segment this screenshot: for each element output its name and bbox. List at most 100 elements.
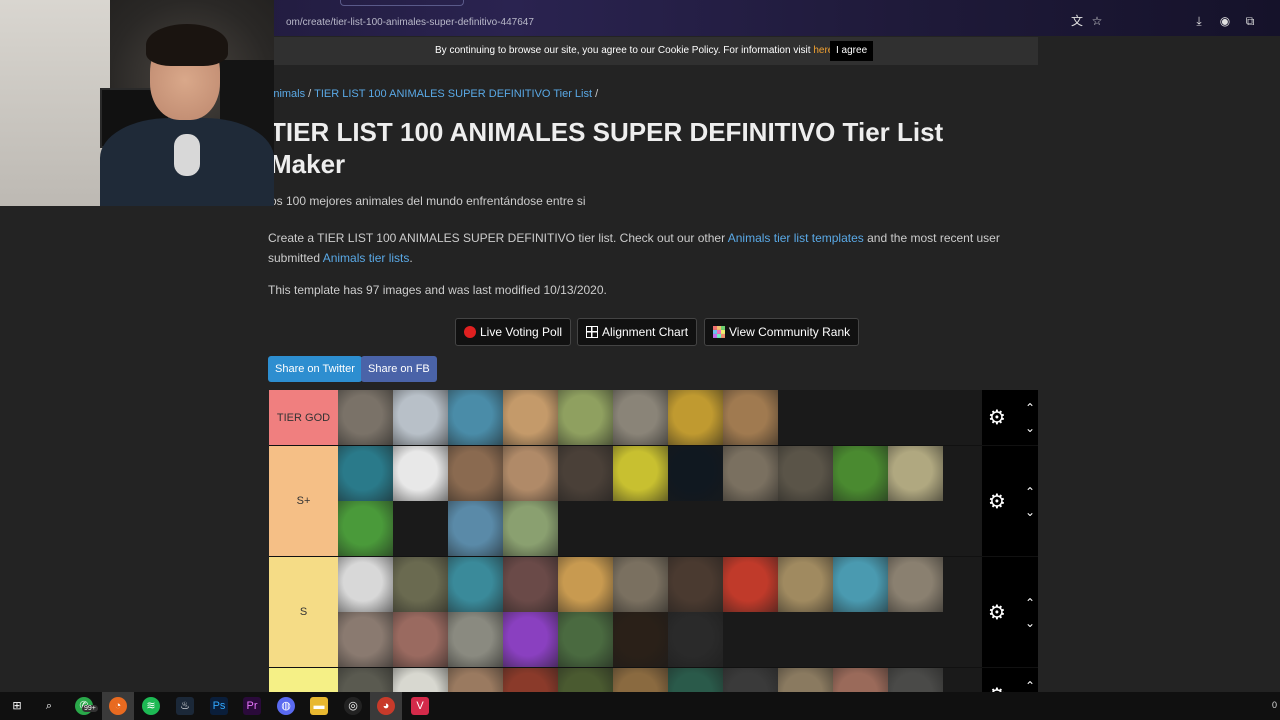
animal-image[interactable]	[503, 446, 558, 501]
animal-image[interactable]	[503, 390, 558, 445]
bookmark-star-icon[interactable]: ☆	[1090, 14, 1104, 28]
animal-image[interactable]	[558, 668, 613, 694]
animal-image[interactable]	[723, 446, 778, 501]
animal-image[interactable]	[668, 390, 723, 445]
chevron-up-icon[interactable]: ⌃	[1024, 597, 1036, 609]
translate-icon[interactable]: 文	[1070, 14, 1084, 28]
animal-image[interactable]	[558, 446, 613, 501]
gear-icon[interactable]: ⚙	[986, 407, 1008, 429]
animal-image[interactable]	[613, 446, 668, 501]
extensions-icon[interactable]: ⧉	[1243, 14, 1257, 28]
animal-image[interactable]	[338, 668, 393, 694]
animal-image[interactable]	[503, 612, 558, 667]
animal-image[interactable]	[338, 501, 393, 556]
templates-link[interactable]: Animals tier list templates	[728, 231, 864, 245]
share-twitter-button[interactable]: Share on Twitter	[268, 356, 362, 382]
animal-image[interactable]	[613, 668, 668, 694]
animal-image[interactable]	[778, 557, 833, 612]
chevron-up-icon[interactable]: ⌃	[1024, 486, 1036, 498]
spotify-icon[interactable]: ≋	[142, 697, 160, 715]
animal-image[interactable]	[613, 557, 668, 612]
animal-image[interactable]	[668, 557, 723, 612]
share-facebook-button[interactable]: Share on FB	[361, 356, 437, 382]
animal-image[interactable]	[393, 612, 448, 667]
animal-image[interactable]	[723, 668, 778, 694]
chevron-down-icon[interactable]: ⌄	[1024, 506, 1036, 518]
community-rank-label: View Community Rank	[729, 325, 851, 339]
windows-start-icon[interactable]: ⊞	[8, 697, 26, 715]
animal-image[interactable]	[503, 501, 558, 556]
chevron-up-icon[interactable]: ⌃	[1024, 680, 1036, 692]
profile-icon[interactable]: ◉	[1218, 14, 1232, 28]
premiere-icon[interactable]: Pr	[243, 697, 261, 715]
page-title: TIER LIST 100 ANIMALES SUPER DEFINITIVO …	[270, 117, 944, 179]
alignment-chart-button[interactable]: Alignment Chart	[577, 318, 698, 346]
animal-image[interactable]	[668, 668, 723, 694]
chevron-down-icon[interactable]: ⌄	[1024, 617, 1036, 629]
animal-image[interactable]	[393, 557, 448, 612]
animal-image[interactable]	[393, 668, 448, 694]
cookie-agree-button[interactable]: I agree	[830, 41, 874, 61]
browser-tab-edge[interactable]	[340, 0, 464, 6]
app-icon[interactable]: ◕	[377, 697, 395, 715]
animal-image[interactable]	[723, 557, 778, 612]
discord-icon[interactable]: ◍	[277, 697, 295, 715]
animal-image[interactable]	[338, 612, 393, 667]
taskbar: ⊞ ⌕ ✆ 99+ ◔ ≋ ♨ Ps Pr ◍ ▬ ◎ ◕ V 0	[0, 692, 1280, 720]
search-icon[interactable]: ⌕	[40, 697, 58, 715]
animal-image[interactable]	[393, 446, 448, 501]
animal-image[interactable]	[833, 557, 888, 612]
tier-grid-icon	[713, 326, 725, 338]
animal-image[interactable]	[833, 668, 888, 694]
tier-label[interactable]: S	[269, 557, 338, 667]
webcam-wall	[0, 0, 110, 206]
animal-image[interactable]	[558, 612, 613, 667]
animal-image[interactable]	[668, 446, 723, 501]
animal-image[interactable]	[723, 390, 778, 445]
animal-image[interactable]	[558, 390, 613, 445]
tier-label[interactable]: S+	[269, 446, 338, 556]
user-lists-link[interactable]: Animals tier lists	[323, 251, 410, 265]
animal-image[interactable]	[613, 390, 668, 445]
steam-icon[interactable]: ♨	[176, 697, 194, 715]
photoshop-icon[interactable]: Ps	[210, 697, 228, 715]
tier-items	[338, 557, 982, 667]
animal-image[interactable]	[503, 668, 558, 694]
animal-image[interactable]	[338, 557, 393, 612]
animal-image[interactable]	[833, 446, 888, 501]
animal-image[interactable]	[448, 612, 503, 667]
animal-image[interactable]	[778, 668, 833, 694]
gear-icon[interactable]: ⚙	[986, 491, 1008, 513]
animal-image[interactable]	[393, 390, 448, 445]
animal-image[interactable]	[448, 668, 503, 694]
animal-image[interactable]	[338, 446, 393, 501]
animal-image[interactable]	[448, 446, 503, 501]
chevron-down-icon[interactable]: ⌄	[1024, 422, 1036, 434]
animal-image[interactable]	[668, 612, 723, 667]
tier-label[interactable]: TIER GOD	[269, 390, 338, 445]
animal-image[interactable]	[888, 557, 943, 612]
chevron-up-icon[interactable]: ⌃	[1024, 402, 1036, 414]
animal-image[interactable]	[448, 557, 503, 612]
firefox-icon[interactable]: ◔	[109, 697, 127, 715]
breadcrumb-current-link[interactable]: TIER LIST 100 ANIMALES SUPER DEFINITIVO …	[314, 88, 592, 100]
tier-label[interactable]	[269, 668, 338, 694]
animal-image[interactable]	[613, 612, 668, 667]
download-icon[interactable]: ⤓	[1192, 14, 1206, 28]
animal-image[interactable]	[338, 390, 393, 445]
animal-image[interactable]	[503, 557, 558, 612]
animal-image[interactable]	[448, 390, 503, 445]
gear-icon[interactable]: ⚙	[986, 602, 1008, 624]
animal-image[interactable]	[888, 446, 943, 501]
animal-image[interactable]	[888, 668, 943, 694]
live-voting-poll-button[interactable]: Live Voting Poll	[455, 318, 572, 346]
animal-image[interactable]	[558, 557, 613, 612]
valorant-icon[interactable]: V	[411, 697, 429, 715]
file-explorer-icon[interactable]: ▬	[310, 697, 328, 715]
animal-image[interactable]	[393, 501, 448, 556]
view-community-rank-button[interactable]: View Community Rank	[704, 318, 860, 346]
animal-image[interactable]	[778, 446, 833, 501]
obs-icon[interactable]: ◎	[344, 697, 362, 715]
address-bar[interactable]: om/create/tier-list-100-animales-super-d…	[286, 17, 534, 28]
animal-image[interactable]	[448, 501, 503, 556]
